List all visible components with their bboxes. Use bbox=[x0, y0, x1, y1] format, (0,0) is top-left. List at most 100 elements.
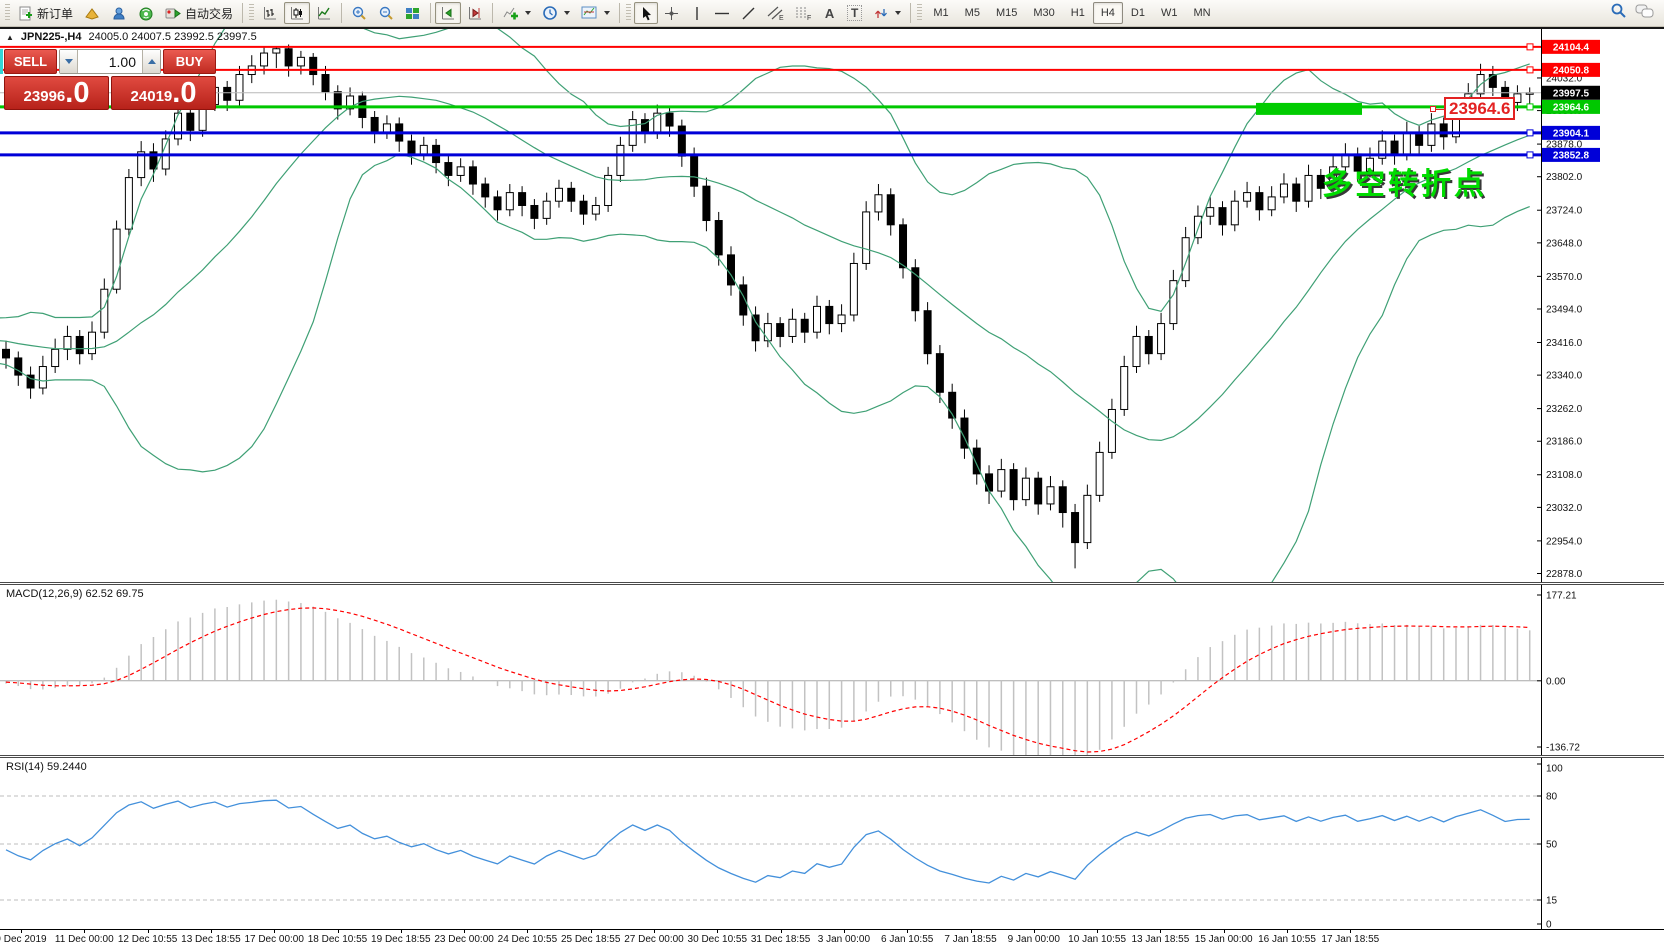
toolbar-separator bbox=[492, 3, 493, 23]
main-chart-canvas[interactable]: 24032.023956.023878.023802.023724.023648… bbox=[0, 29, 1664, 582]
timeframe-button-w1[interactable]: W1 bbox=[1153, 2, 1186, 24]
toolbar-grip bbox=[5, 4, 10, 22]
vertical-line-icon bbox=[692, 6, 702, 21]
vertical-line-button[interactable] bbox=[685, 2, 708, 24]
label-button[interactable]: T bbox=[842, 2, 867, 24]
buy-button[interactable]: BUY bbox=[163, 49, 216, 74]
time-tick bbox=[717, 930, 718, 933]
svg-text:100: 100 bbox=[1546, 764, 1563, 775]
fibonacci-button[interactable]: F bbox=[790, 2, 817, 24]
bid-price-button[interactable]: 23996 .0 bbox=[4, 76, 109, 110]
timeframe-button-h4[interactable]: H4 bbox=[1093, 2, 1123, 24]
volume-value[interactable]: 1.00 bbox=[78, 50, 142, 73]
trendline-button[interactable] bbox=[736, 2, 761, 24]
time-label: 3 Jan 00:00 bbox=[818, 934, 870, 945]
cursor-button[interactable] bbox=[634, 2, 658, 24]
auto-scroll-button[interactable] bbox=[435, 2, 461, 24]
svg-text:E: E bbox=[779, 15, 784, 21]
horizontal-line-button[interactable] bbox=[709, 2, 735, 24]
symbol-name: JPN225-,H4 bbox=[21, 31, 82, 43]
time-tick bbox=[1350, 930, 1351, 933]
timeframe-button-m1[interactable]: M1 bbox=[925, 2, 956, 24]
channel-icon: E bbox=[767, 5, 784, 21]
signals-button[interactable] bbox=[133, 2, 159, 24]
candlestick-icon bbox=[289, 6, 305, 21]
price-label-object[interactable]: 23964.6 bbox=[1444, 97, 1515, 120]
toolbar-grip bbox=[626, 4, 631, 22]
svg-text:0.00: 0.00 bbox=[1546, 676, 1566, 687]
chat-icon[interactable] bbox=[1635, 3, 1655, 24]
volume-down-button[interactable] bbox=[60, 50, 78, 73]
toolbar-separator bbox=[619, 3, 620, 23]
crosshair-button[interactable] bbox=[659, 2, 684, 24]
navigator-button[interactable] bbox=[106, 2, 132, 24]
ask-price-frac: .0 bbox=[172, 79, 196, 108]
line-chart-button[interactable] bbox=[311, 2, 337, 24]
text-button[interactable]: A bbox=[818, 2, 841, 24]
autotrading-button[interactable]: 自动交易 bbox=[160, 2, 238, 24]
time-label: 19 Dec 18:55 bbox=[371, 934, 431, 945]
sell-button[interactable]: SELL bbox=[4, 49, 57, 74]
timeframe-button-h1[interactable]: H1 bbox=[1063, 2, 1093, 24]
templates-icon bbox=[581, 5, 598, 21]
time-label: 13 Dec 18:55 bbox=[181, 934, 241, 945]
time-label: 16 Jan 10:55 bbox=[1258, 934, 1316, 945]
timeframe-group: M1M5M15M30H1H4D1W1MN bbox=[925, 2, 1218, 24]
data-window-button[interactable] bbox=[79, 2, 105, 24]
bid-price-frac: .0 bbox=[65, 79, 89, 108]
macd-panel[interactable]: 177.210.00-136.72 MACD(12,26,9) 62.52 69… bbox=[0, 585, 1664, 755]
timeframe-button-m15[interactable]: M15 bbox=[988, 2, 1025, 24]
svg-text:23416.0: 23416.0 bbox=[1546, 338, 1583, 349]
svg-text:15: 15 bbox=[1546, 896, 1558, 907]
periods-button[interactable] bbox=[537, 2, 575, 24]
volume-stepper: 1.00 bbox=[59, 49, 161, 74]
new-order-button[interactable]: 新订单 bbox=[13, 2, 78, 24]
channel-button[interactable]: E bbox=[762, 2, 789, 24]
zoom-out-button[interactable] bbox=[373, 2, 399, 24]
svg-text:24050.8: 24050.8 bbox=[1553, 65, 1590, 76]
candlestick-button[interactable] bbox=[284, 2, 310, 24]
time-label: 30 Dec 10:55 bbox=[688, 934, 748, 945]
arrows-button[interactable] bbox=[868, 2, 906, 24]
volume-up-button[interactable] bbox=[142, 50, 160, 73]
timeframe-button-mn[interactable]: MN bbox=[1185, 2, 1218, 24]
rsi-canvas[interactable]: 1008050150 bbox=[0, 758, 1664, 929]
zoom-in-button[interactable] bbox=[346, 2, 372, 24]
time-tick bbox=[1224, 930, 1225, 933]
ask-price-button[interactable]: 24019 .0 bbox=[111, 76, 216, 110]
svg-text:24104.4: 24104.4 bbox=[1553, 42, 1590, 53]
bar-chart-button[interactable] bbox=[257, 2, 283, 24]
search-icon[interactable] bbox=[1610, 2, 1627, 24]
timeframe-button-d1[interactable]: D1 bbox=[1123, 2, 1153, 24]
timeframe-button-m30[interactable]: M30 bbox=[1025, 2, 1062, 24]
trade-panel-collapse-strip[interactable] bbox=[0, 49, 3, 74]
toolbar-grip bbox=[917, 4, 922, 22]
time-tick bbox=[591, 930, 592, 933]
time-tick bbox=[971, 930, 972, 933]
time-tick bbox=[654, 930, 655, 933]
time-axis[interactable]: 9 Dec 201911 Dec 00:0012 Dec 10:5513 Dec… bbox=[0, 929, 1664, 949]
time-label: 23 Dec 00:00 bbox=[434, 934, 494, 945]
indicators-button[interactable] bbox=[497, 2, 536, 24]
templates-button[interactable] bbox=[576, 2, 615, 24]
svg-text:23964.6: 23964.6 bbox=[1553, 102, 1590, 113]
tile-windows-button[interactable] bbox=[400, 2, 426, 24]
svg-text:23904.1: 23904.1 bbox=[1553, 128, 1590, 139]
main-chart-panel[interactable]: 24032.023956.023878.023802.023724.023648… bbox=[0, 29, 1664, 582]
macd-canvas[interactable]: 177.210.00-136.72 bbox=[0, 585, 1664, 755]
svg-text:23852.8: 23852.8 bbox=[1553, 150, 1590, 161]
time-tick bbox=[274, 930, 275, 933]
rsi-label: RSI(14) 59.2440 bbox=[6, 761, 87, 773]
volume-down-icon bbox=[65, 59, 73, 64]
timeframe-button-m5[interactable]: M5 bbox=[957, 2, 988, 24]
rsi-panel[interactable]: 1008050150 RSI(14) 59.2440 bbox=[0, 758, 1664, 929]
chart-shift-button[interactable] bbox=[462, 2, 488, 24]
chart-text-annotation[interactable]: 多空转折点 bbox=[1322, 159, 1487, 203]
time-tick bbox=[1287, 930, 1288, 933]
symbol-ohlc: 24005.0 24007.5 23992.5 23997.5 bbox=[88, 31, 256, 43]
toolbar-separator bbox=[430, 3, 431, 23]
time-label: 24 Dec 10:55 bbox=[498, 934, 558, 945]
svg-text:80: 80 bbox=[1546, 792, 1558, 803]
indicators-dropdown-icon bbox=[525, 11, 531, 15]
time-label: 12 Dec 10:55 bbox=[118, 934, 178, 945]
